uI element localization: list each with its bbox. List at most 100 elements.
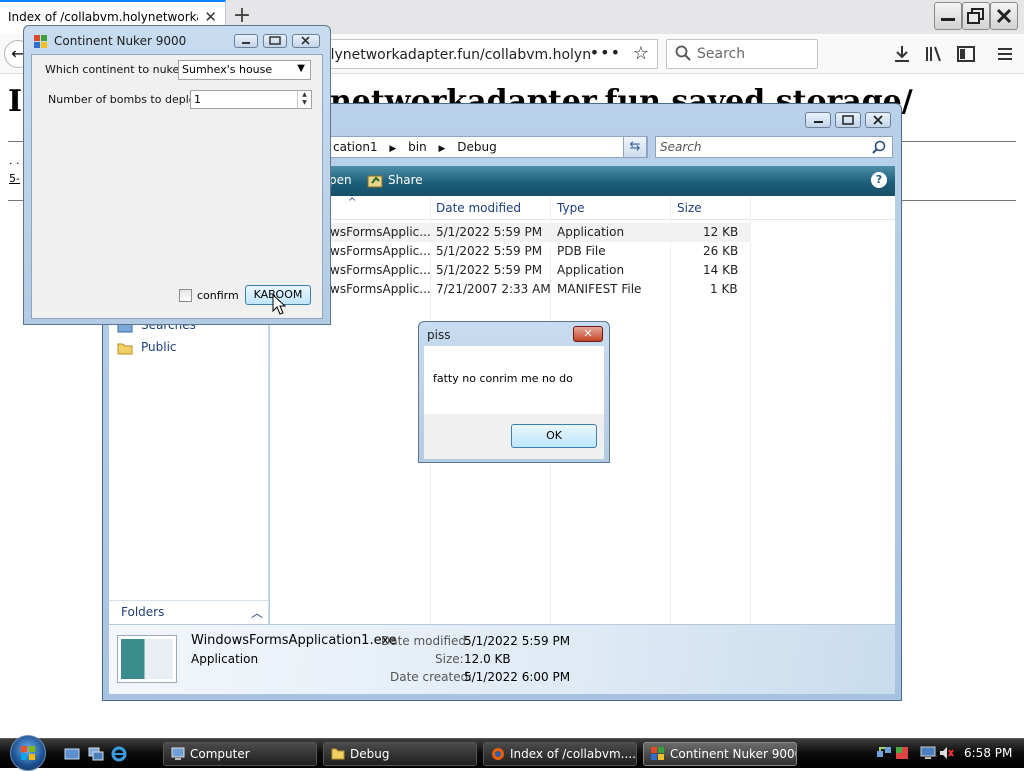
message-text: fatty no conrim me no do <box>433 372 573 385</box>
taskbar-item-label: Computer <box>190 747 250 761</box>
folder-icon <box>117 341 133 355</box>
breadcrumb-separator-icon[interactable]: ▶ <box>389 144 396 154</box>
browser-restore-button[interactable] <box>962 2 990 30</box>
details-filename: WindowsFormsApplication1.exe <box>191 633 397 648</box>
message-box-body: fatty no conrim me no do <box>424 346 604 414</box>
taskbar-item-firefox[interactable]: Index of /collabvm.... <box>483 742 637 766</box>
nuker-window: Continent Nuker 9000 Which continent to … <box>23 25 331 325</box>
confirm-label[interactable]: confirm <box>197 289 239 302</box>
url-bar[interactable]: olynetworkadapter.fun/collabvm.holyn •••… <box>318 39 658 69</box>
confirm-checkbox[interactable] <box>179 289 192 302</box>
breadcrumb-separator-icon[interactable]: ▶ <box>439 144 446 154</box>
message-box-title: piss <box>427 328 451 342</box>
nuker-title: Continent Nuker 9000 <box>54 34 187 48</box>
file-type: PDB File <box>557 244 606 258</box>
browser-search-input[interactable]: Search <box>666 39 818 69</box>
column-header-date[interactable]: Date modified <box>436 201 521 215</box>
sort-indicator-icon: ^ <box>348 197 357 208</box>
search-icon <box>675 45 691 61</box>
breadcrumb-segment[interactable]: bin <box>408 140 427 154</box>
file-row[interactable]: wsFormsApplic... 5/1/2022 5:59 PM Applic… <box>270 261 750 280</box>
bombs-stepper[interactable]: 1 ▲ ▼ <box>190 90 312 109</box>
file-size: 14 KB <box>703 263 739 277</box>
folders-label: Folders <box>121 605 165 619</box>
downloads-icon[interactable] <box>892 44 912 64</box>
share-button[interactable]: Share <box>388 173 423 187</box>
file-size: 26 KB <box>703 244 739 258</box>
sidebar-icon[interactable] <box>956 44 976 64</box>
chevron-down-icon: ▼ <box>297 63 305 74</box>
help-icon[interactable]: ? <box>871 172 887 188</box>
monitor-tray-icon[interactable] <box>920 745 936 761</box>
url-text: olynetworkadapter.fun/collabvm.holyn <box>322 47 592 63</box>
ok-button[interactable]: OK <box>511 424 597 448</box>
library-icon[interactable] <box>924 44 944 64</box>
page-title-start: I <box>8 84 23 119</box>
clock[interactable]: 6:58 PM <box>964 746 1012 760</box>
close-tab-icon[interactable]: ✕ <box>204 8 217 26</box>
continent-select[interactable]: Sumhex's house ▼ <box>178 60 311 80</box>
share-icon[interactable] <box>367 173 383 189</box>
nuker-close-button[interactable] <box>292 34 320 48</box>
breadcrumb-segment[interactable]: Debug <box>457 140 496 154</box>
file-date: 5/1/2022 5:59 PM <box>436 225 543 239</box>
continent-select-value: Sumhex's house <box>182 63 273 76</box>
file-date: 5/1/2022 5:59 PM <box>436 244 543 258</box>
nuker-maximize-button[interactable] <box>263 34 287 48</box>
column-header-size[interactable]: Size <box>677 201 702 215</box>
browser-close-button[interactable] <box>990 2 1018 30</box>
message-box-close-button[interactable]: ✕ <box>573 326 603 342</box>
details-pane: WindowsFormsApplication1.exe Application… <box>109 624 895 694</box>
browser-minimize-button[interactable] <box>934 2 962 30</box>
explorer-search-placeholder: Search <box>660 140 702 154</box>
taskbar-item-debug[interactable]: Debug <box>323 742 477 766</box>
taskbar-item-nuker[interactable]: Continent Nuker 9000 <box>643 742 797 766</box>
page-link-fragment[interactable]: 5- <box>9 172 20 185</box>
folders-toggle[interactable]: Folders ︿ <box>109 600 269 624</box>
start-button[interactable] <box>10 735 46 771</box>
file-row[interactable]: wsFormsApplic... 7/21/2007 2:33 AM MANIF… <box>270 280 750 299</box>
show-desktop-icon[interactable] <box>64 746 80 762</box>
file-name: wsFormsApplic... <box>330 225 431 239</box>
nuker-minimize-button[interactable] <box>234 34 258 48</box>
taskbar-item-label: Index of /collabvm.... <box>510 747 636 761</box>
nav-item-public[interactable]: Public <box>117 340 177 355</box>
explorer-address-bar[interactable]: cation1 ▶ bin ▶ Debug ▼ <box>328 136 648 158</box>
switch-windows-icon[interactable] <box>88 746 104 762</box>
explorer-minimize-button[interactable] <box>805 112 831 128</box>
details-created-label: Date created: <box>390 670 473 684</box>
app-icon <box>651 747 665 761</box>
open-button[interactable]: pen <box>329 173 352 187</box>
internet-explorer-icon[interactable] <box>111 746 127 762</box>
security-tray-icon[interactable] <box>894 745 910 761</box>
file-type: Application <box>557 225 625 239</box>
explorer-close-button[interactable] <box>865 112 891 128</box>
file-list-header: ^ Date modified Type Size <box>270 196 895 220</box>
explorer-maximize-button[interactable] <box>835 112 861 128</box>
column-header-type[interactable]: Type <box>557 201 585 215</box>
chevron-up-icon: ︿ <box>250 606 263 620</box>
file-type: MANIFEST File <box>557 282 642 296</box>
page-title: I networkadapter.fun saved storage/ <box>8 84 913 119</box>
volume-muted-icon[interactable] <box>938 745 954 761</box>
stepper-arrows-icon[interactable]: ▲ ▼ <box>297 91 311 108</box>
refresh-icon[interactable]: ⇆ <box>623 136 647 158</box>
nav-item-label: Public <box>141 340 177 354</box>
page-actions-icon[interactable]: ••• <box>590 43 621 62</box>
file-size: 12 KB <box>703 225 739 239</box>
taskbar-item-label: Continent Nuker 9000 <box>670 747 797 761</box>
network-tray-icon[interactable] <box>876 745 892 761</box>
column-divider <box>750 196 751 624</box>
file-name: wsFormsApplic... <box>330 244 431 258</box>
details-filetype: Application <box>191 652 259 666</box>
file-type: Application <box>557 263 625 277</box>
taskbar-item-computer[interactable]: Computer <box>163 742 317 766</box>
file-row[interactable]: wsFormsApplic... 5/1/2022 5:59 PM Applic… <box>270 223 750 242</box>
breadcrumb-segment[interactable]: cation1 <box>333 140 378 154</box>
menu-hamburger-icon[interactable] <box>995 44 1015 64</box>
explorer-search-input[interactable]: Search <box>655 136 893 158</box>
continent-label: Which continent to nuke? <box>45 63 186 76</box>
bookmark-star-icon[interactable]: ☆ <box>633 43 649 64</box>
file-row[interactable]: wsFormsApplic... 5/1/2022 5:59 PM PDB Fi… <box>270 242 750 261</box>
message-box: piss ✕ fatty no conrim me no do OK <box>418 321 610 463</box>
